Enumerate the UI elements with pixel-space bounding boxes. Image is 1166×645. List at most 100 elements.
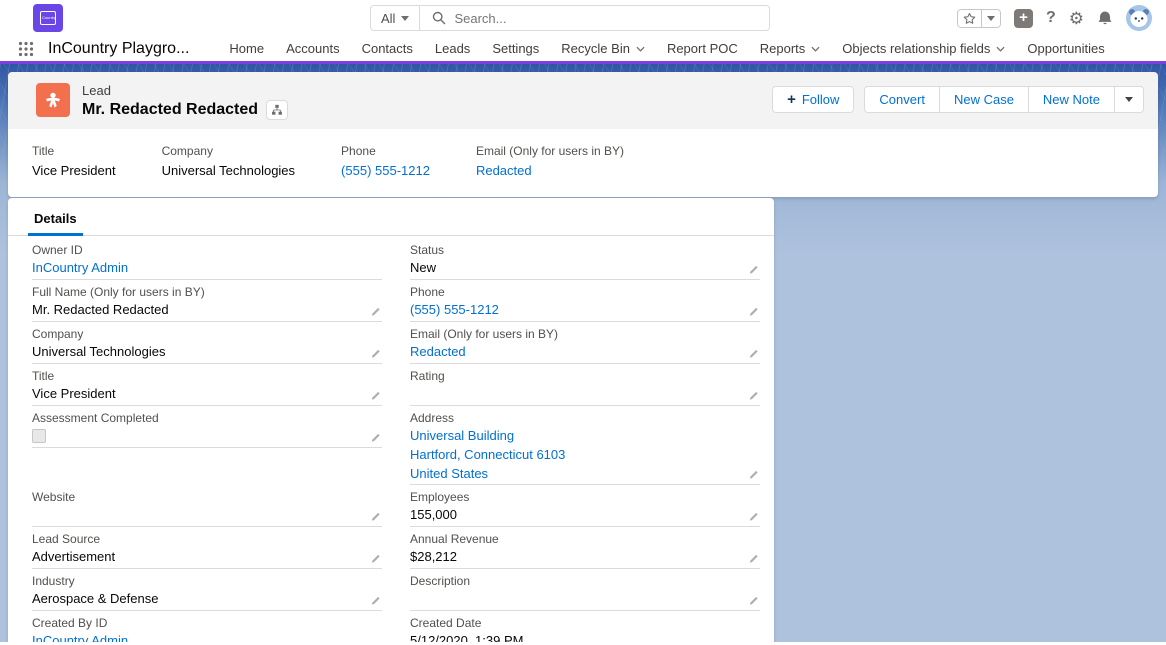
tab-recycle-bin[interactable]: Recycle Bin xyxy=(561,41,645,56)
follow-button[interactable]: + Follow xyxy=(772,86,854,113)
edit-pencil-icon[interactable] xyxy=(369,349,382,362)
chevron-down-icon xyxy=(987,16,995,21)
field-value: Universal Technologies xyxy=(162,161,295,181)
field-label: Assessment Completed xyxy=(32,411,382,426)
tab-settings[interactable]: Settings xyxy=(492,41,539,56)
field-email: Email (Only for users in BY) Redacted xyxy=(410,322,760,364)
edit-pencil-icon[interactable] xyxy=(747,349,760,362)
tab-label: Recycle Bin xyxy=(561,41,630,56)
edit-pencil-icon[interactable] xyxy=(747,265,760,278)
highlight-field-title: Title Vice President xyxy=(32,144,116,181)
convert-button[interactable]: Convert xyxy=(864,86,939,113)
setup-gear-button[interactable]: ⚙ xyxy=(1069,10,1084,27)
field-website: Website xyxy=(32,485,382,527)
tab-label: Home xyxy=(229,41,264,56)
more-actions-button[interactable] xyxy=(1114,86,1144,113)
edit-pencil-icon[interactable] xyxy=(747,470,760,483)
created-by-link[interactable]: InCountry Admin xyxy=(32,631,128,642)
field-label: Owner ID xyxy=(32,243,382,258)
entity-label: Lead xyxy=(82,83,288,99)
edit-pencil-icon[interactable] xyxy=(369,554,382,567)
field-value: Universal Technologies xyxy=(32,342,165,362)
tab-home[interactable]: Home xyxy=(229,41,264,56)
chevron-down-icon xyxy=(1125,97,1133,102)
field-description: Description xyxy=(410,569,760,611)
field-phone: Phone (555) 555-1212 xyxy=(410,280,760,322)
tab-label: Accounts xyxy=(286,41,339,56)
field-label: Title xyxy=(32,144,116,159)
edit-pencil-icon[interactable] xyxy=(747,307,760,320)
help-button[interactable]: ? xyxy=(1046,9,1056,27)
field-value: Advertisement xyxy=(32,547,115,567)
highlight-fields: Title Vice President Company Universal T… xyxy=(8,129,1158,197)
email-link[interactable]: Redacted xyxy=(476,161,532,181)
field-label: Phone xyxy=(341,144,430,159)
tab-label: Leads xyxy=(435,41,470,56)
edit-pencil-icon[interactable] xyxy=(369,391,382,404)
view-hierarchy-button[interactable] xyxy=(266,100,288,120)
field-value: Vice President xyxy=(32,384,116,404)
field-created-date: Created Date 5/12/2020, 1:39 PM xyxy=(410,611,760,642)
global-actions-button[interactable]: + xyxy=(1014,9,1033,28)
favorites-button[interactable] xyxy=(958,10,981,27)
tab-report-poc[interactable]: Report POC xyxy=(667,41,738,56)
edit-pencil-icon[interactable] xyxy=(369,596,382,609)
phone-link[interactable]: (555) 555-1212 xyxy=(341,161,430,181)
edit-pencil-icon[interactable] xyxy=(747,512,760,525)
edit-pencil-icon[interactable] xyxy=(747,554,760,567)
edit-pencil-icon[interactable] xyxy=(369,512,382,525)
search-input[interactable] xyxy=(454,11,769,26)
field-label: Employees xyxy=(410,490,760,505)
assessment-checkbox[interactable] xyxy=(32,429,46,443)
address-line-1[interactable]: Universal Building xyxy=(410,426,565,445)
favorites-group xyxy=(957,9,1001,28)
field-company: Company Universal Technologies xyxy=(32,322,382,364)
owner-id-link[interactable]: InCountry Admin xyxy=(32,258,128,278)
tab-label: Opportunities xyxy=(1027,41,1104,56)
app-launcher-icon[interactable] xyxy=(18,41,34,57)
notifications-bell-button[interactable] xyxy=(1097,10,1113,26)
tab-accounts[interactable]: Accounts xyxy=(286,41,339,56)
field-value: Vice President xyxy=(32,161,116,181)
new-case-button[interactable]: New Case xyxy=(939,86,1028,113)
field-industry: Industry Aerospace & Defense xyxy=(32,569,382,611)
search-icon xyxy=(432,11,446,25)
field-label: Address xyxy=(410,411,760,426)
email-link[interactable]: Redacted xyxy=(410,342,466,362)
lead-highlight-panel: Lead Mr. Redacted Redacted + xyxy=(8,72,1158,197)
field-label: Rating xyxy=(410,369,760,384)
field-label: Description xyxy=(410,574,760,589)
address-lines: Universal Building Hartford, Connecticut… xyxy=(410,426,565,483)
edit-pencil-icon[interactable] xyxy=(747,391,760,404)
tab-opportunities[interactable]: Opportunities xyxy=(1027,41,1104,56)
tab-objects-relationship-fields[interactable]: Objects relationship fields xyxy=(842,41,1005,56)
app-name[interactable]: InCountry Playgro... xyxy=(48,40,189,58)
field-label: Website xyxy=(32,490,382,505)
edit-pencil-icon[interactable] xyxy=(369,433,382,446)
user-avatar[interactable] xyxy=(1126,5,1152,31)
field-value: Mr. Redacted Redacted xyxy=(32,300,169,320)
favorites-dropdown-button[interactable] xyxy=(981,10,1000,27)
tab-label: Report POC xyxy=(667,41,738,56)
star-icon xyxy=(963,12,976,25)
details-field-grid: Owner ID InCountry Admin Status New Full… xyxy=(8,236,774,642)
tab-leads[interactable]: Leads xyxy=(435,41,470,56)
tab-details[interactable]: Details xyxy=(28,211,83,235)
tab-contacts[interactable]: Contacts xyxy=(362,41,413,56)
follow-label: Follow xyxy=(802,92,840,107)
new-case-label: New Case xyxy=(954,92,1014,107)
search-scope-dropdown[interactable]: All xyxy=(371,6,420,30)
new-note-button[interactable]: New Note xyxy=(1028,86,1114,113)
field-label: Full Name (Only for users in BY) xyxy=(32,285,382,300)
field-value: Aerospace & Defense xyxy=(32,589,158,609)
logo-text: Country xyxy=(42,15,56,20)
address-line-3[interactable]: United States xyxy=(410,464,565,483)
phone-link[interactable]: (555) 555-1212 xyxy=(410,300,499,320)
edit-pencil-icon[interactable] xyxy=(369,307,382,320)
field-title: Title Vice President xyxy=(32,364,382,406)
details-tab-bar: Details xyxy=(8,198,774,236)
address-line-2[interactable]: Hartford, Connecticut 6103 xyxy=(410,445,565,464)
chevron-down-icon xyxy=(811,46,820,52)
tab-reports[interactable]: Reports xyxy=(760,41,821,56)
edit-pencil-icon[interactable] xyxy=(747,596,760,609)
